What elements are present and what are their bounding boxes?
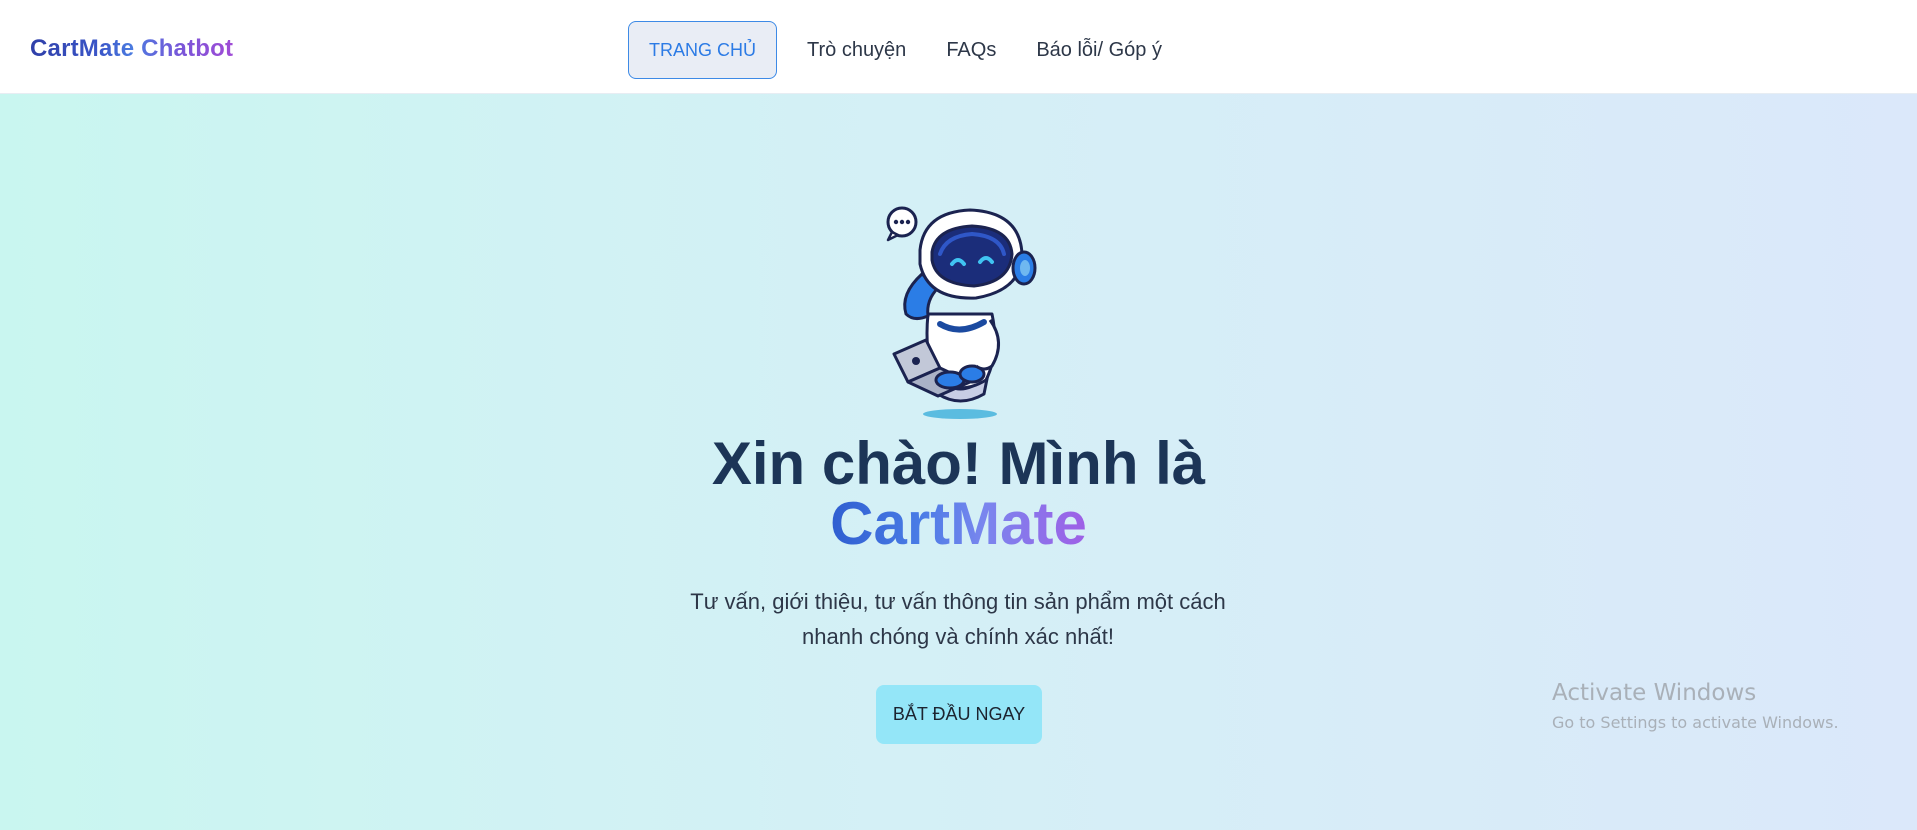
hero-heading: Xin chào! Mình là — [711, 430, 1206, 497]
watermark-title: Activate Windows — [1552, 680, 1757, 706]
windows-activation-watermark: Activate Windows Go to Settings to activ… — [1552, 678, 1839, 734]
nav-item-home[interactable]: TRANG CHỦ — [628, 21, 777, 79]
nav-item-faqs[interactable]: FAQs — [926, 21, 1016, 79]
hero-heading-brand: CartMate — [0, 494, 1917, 554]
top-navbar: CartMate Chatbot TRANG CHỦ Trò chuyện FA… — [0, 0, 1917, 94]
speech-bubble-icon — [886, 206, 918, 242]
nav-item-chat[interactable]: Trò chuyện — [787, 21, 926, 79]
watermark-subtitle: Go to Settings to activate Windows. — [1552, 713, 1839, 732]
main-nav: TRANG CHỦ Trò chuyện FAQs Báo lỗi/ Góp ý — [628, 20, 1182, 80]
hero-brand-name: CartMate — [830, 490, 1087, 557]
nav-item-feedback[interactable]: Báo lỗi/ Góp ý — [1016, 21, 1182, 79]
start-now-button[interactable]: BẮT ĐẦU NGAY — [876, 685, 1042, 744]
brand-logo[interactable]: CartMate Chatbot — [30, 35, 233, 63]
robot-icon — [886, 206, 1037, 419]
hero-subtitle: Tư vấn, giới thiệu, tư vấn thông tin sản… — [690, 589, 1226, 649]
